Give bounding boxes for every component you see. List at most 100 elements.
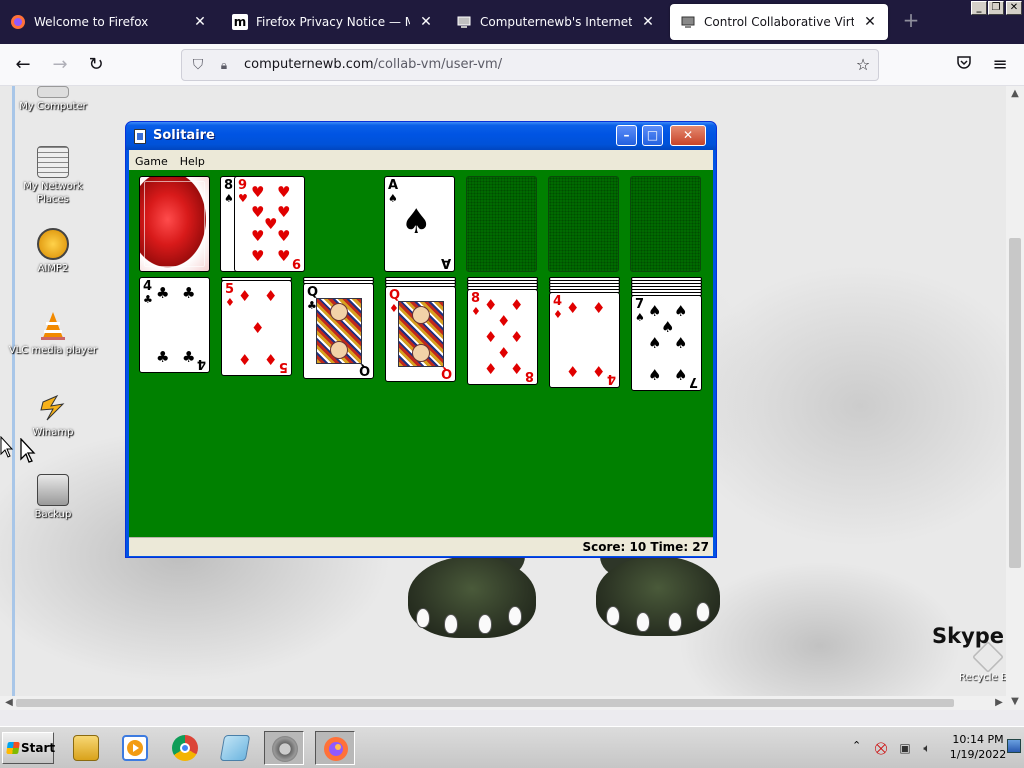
computer-icon xyxy=(680,14,696,30)
foundation-1-ace-spades[interactable]: A ♠ ♠ A xyxy=(384,176,455,272)
vm-screen[interactable]: My Computer My Network Places AIMP2 VLC … xyxy=(0,86,1024,710)
solitaire-close-button[interactable]: ✕ xyxy=(670,125,706,146)
taskbar-app-firefox[interactable] xyxy=(315,731,355,765)
desktop-icon-my-network-places[interactable]: My Network Places xyxy=(8,146,98,206)
show-hidden-icons-icon[interactable]: ⌃ xyxy=(852,739,861,752)
wallpaper-claw xyxy=(606,606,620,626)
foundation-2-empty[interactable] xyxy=(466,176,537,272)
diamond-pip: ♦ xyxy=(238,351,252,369)
window-minimize-button[interactable]: _ xyxy=(971,1,987,15)
suit-glyph: ♠ xyxy=(635,311,645,324)
solitaire-minimize-button[interactable]: – xyxy=(616,125,637,146)
tableau-7-top-card[interactable]: 7 ♠ ♠ ♠ ♠ ♠ ♠ ♠ ♠ 7 xyxy=(631,295,702,391)
tab-label: Firefox Privacy Notice — Mozilla xyxy=(256,15,410,29)
scroll-up-icon[interactable]: ▲ xyxy=(1006,86,1024,102)
taskbar-app-settings[interactable] xyxy=(264,731,304,765)
scroll-right-icon[interactable]: ▶ xyxy=(992,696,1006,710)
tracking-shield-icon[interactable]: ⛉ xyxy=(190,57,206,73)
rank-text: 8 xyxy=(471,291,481,306)
diamond-pip: ♦ xyxy=(484,328,498,346)
site-info-icon[interactable]: 🔒︎ xyxy=(216,57,232,73)
desktop-icon-label: AIMP2 xyxy=(37,263,69,274)
volume-icon[interactable]: 🔈︎ xyxy=(920,741,934,755)
club-pip: ♣ xyxy=(182,284,196,302)
tableau-5-top-card[interactable]: 8 ♦ ♦ ♦ ♦ ♦ ♦ ♦ ♦ ♦ 8 xyxy=(467,289,538,385)
desktop-icon-winamp[interactable]: Winamp xyxy=(8,392,98,439)
window-restore-button[interactable]: ❐ xyxy=(988,1,1004,15)
taskbar-app-notepad[interactable] xyxy=(215,731,255,765)
tab-close-icon[interactable]: ✕ xyxy=(418,14,434,30)
tab-label: Computernewb's Internet Pub Hub xyxy=(480,15,632,29)
network-error-icon[interactable]: ⛒ xyxy=(874,741,888,755)
scroll-thumb[interactable] xyxy=(16,699,954,707)
network-icon[interactable]: ▣ xyxy=(898,741,912,755)
rank-text: 9 xyxy=(238,178,248,193)
clock[interactable]: 10:14 PM 1/19/2022 xyxy=(948,732,1008,762)
reload-icon[interactable]: ↻ xyxy=(84,53,108,77)
tableau-3-top-card[interactable]: Q ♣ Q xyxy=(303,283,374,379)
diamond-pip: ♦ xyxy=(251,319,265,337)
face-head xyxy=(330,341,348,359)
desktop-icon-backup[interactable]: Backup xyxy=(8,474,98,521)
show-desktop-icon[interactable] xyxy=(1007,739,1021,753)
diamond-pip: ♦ xyxy=(510,360,524,378)
media-player-icon xyxy=(122,735,148,761)
scroll-down-icon[interactable]: ▼ xyxy=(1006,694,1024,710)
spade-pip: ♠ xyxy=(648,302,662,320)
tab-collab-vm[interactable]: Control Collaborative Virtual Machine ✕ xyxy=(670,4,888,40)
desktop-icon-aimp2[interactable]: AIMP2 xyxy=(8,228,98,275)
bookmark-star-icon[interactable]: ☆ xyxy=(854,56,872,74)
forward-arrow-icon[interactable]: → xyxy=(48,53,72,77)
foundation-4-empty[interactable] xyxy=(630,176,701,272)
url-host: computernewb.com xyxy=(244,57,374,72)
window-close-button[interactable]: ✕ xyxy=(1006,1,1022,15)
queen-face-art xyxy=(316,298,362,364)
tab-welcome-firefox[interactable]: Welcome to Firefox ✕ xyxy=(0,4,218,40)
card-rank-bottom: 7 xyxy=(688,374,698,389)
taskbar: Start ⌃ ⛒ ▣ 🔈︎ 10:14 PM 1/19/2022 xyxy=(0,726,1024,768)
taskbar-app-explorer[interactable] xyxy=(66,731,106,765)
scroll-thumb[interactable] xyxy=(1009,238,1021,568)
scroll-left-icon[interactable]: ◀ xyxy=(2,696,16,710)
new-tab-button[interactable]: + xyxy=(900,10,922,32)
tableau-2-top-card[interactable]: 5 ♦ ♦ ♦ ♦ ♦ ♦ 5 xyxy=(221,280,292,376)
tableau-1-top-card[interactable]: 4 ♣ ♣ ♣ ♣ ♣ 4 xyxy=(139,277,210,373)
foundation-3-empty[interactable] xyxy=(548,176,619,272)
desktop-icon-vlc[interactable]: VLC media player xyxy=(8,310,98,357)
vertical-scrollbar[interactable]: ▲ ▼ xyxy=(1006,86,1024,710)
desktop-icon-my-computer[interactable]: My Computer xyxy=(8,86,98,113)
solitaire-maximize-button[interactable]: □ xyxy=(642,125,663,146)
windows-flag-icon xyxy=(6,742,20,754)
url-text[interactable]: computernewb.com/collab-vm/user-vm/ xyxy=(244,57,502,72)
solitaire-titlebar[interactable]: Solitaire – □ ✕ xyxy=(126,122,716,150)
tab-pub-hub[interactable]: Computernewb's Internet Pub Hub ✕ xyxy=(446,4,666,40)
menu-game[interactable]: Game xyxy=(129,153,174,170)
tab-close-icon[interactable]: ✕ xyxy=(192,14,208,30)
taskbar-app-media-player[interactable] xyxy=(115,731,155,765)
stock-pile[interactable] xyxy=(139,176,210,272)
address-bar[interactable]: ⛉ 🔒︎ computernewb.com/collab-vm/user-vm/… xyxy=(181,49,879,81)
rank-text: A xyxy=(388,178,399,193)
diamond-pip: ♦ xyxy=(497,344,511,362)
solitaire-felt[interactable]: 8 ♠ 9 ♥ ♥ ♥ ♥ ♥ ♥ ♥ ♥ ♥ ♥ 9 A ♠ ♠ A 4 ♣ … xyxy=(129,170,713,537)
pocket-icon[interactable] xyxy=(952,53,976,77)
menu-hamburger-icon[interactable]: ≡ xyxy=(988,53,1012,77)
tab-privacy-notice[interactable]: m Firefox Privacy Notice — Mozilla ✕ xyxy=(222,4,444,40)
start-button[interactable]: Start xyxy=(2,732,55,764)
horizontal-scrollbar[interactable]: ◀ ▶ xyxy=(0,696,1006,710)
menu-help[interactable]: Help xyxy=(174,153,211,170)
tab-close-icon[interactable]: ✕ xyxy=(862,14,878,30)
back-arrow-icon[interactable]: ← xyxy=(11,53,35,77)
rank-text: 5 xyxy=(225,282,235,297)
heart-pip: ♥ xyxy=(264,215,278,233)
explorer-icon xyxy=(73,735,99,761)
waste-card-top[interactable]: 9 ♥ ♥ ♥ ♥ ♥ ♥ ♥ ♥ ♥ ♥ 9 xyxy=(234,176,305,272)
tableau-6-top-card[interactable]: 4 ♦ ♦ ♦ ♦ ♦ 4 xyxy=(549,292,620,388)
heart-pip: ♥ xyxy=(277,247,291,265)
club-pip: ♣ xyxy=(156,348,170,366)
tableau-4-top-card[interactable]: Q ♦ Q xyxy=(385,286,456,382)
firefox-icon xyxy=(10,14,26,30)
solitaire-window[interactable]: Solitaire – □ ✕ Game Help 8 ♠ 9 ♥ ♥ ♥ ♥ ♥ xyxy=(125,121,717,558)
taskbar-app-chrome[interactable] xyxy=(165,731,205,765)
tab-close-icon[interactable]: ✕ xyxy=(640,14,656,30)
